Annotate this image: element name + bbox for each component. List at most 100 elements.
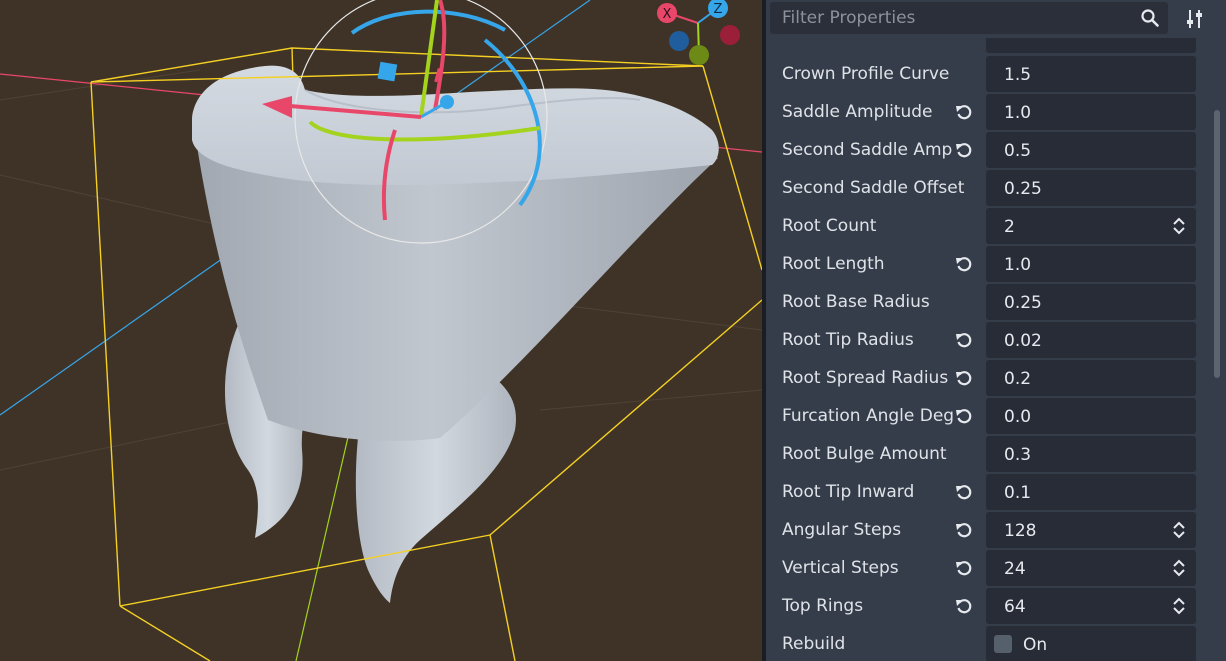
- property-value: 1.5: [1004, 65, 1032, 85]
- property-label: Vertical Steps: [782, 558, 899, 578]
- property-value: 2: [1004, 217, 1015, 237]
- property-row-second-saddle-amp: Second Saddle Amp 0.5: [766, 131, 1206, 169]
- angular-steps-field[interactable]: 128: [986, 512, 1196, 548]
- root-bulge-amount-field[interactable]: 0.3: [986, 436, 1196, 472]
- property-value: 0.3: [1004, 445, 1032, 465]
- property-label: Top Rings: [782, 596, 864, 616]
- property-label: Saddle Amplitude: [782, 102, 933, 122]
- property-label: Root Base Radius: [782, 292, 930, 312]
- revert-icon[interactable]: [954, 102, 974, 122]
- property-row-vertical-steps: Vertical Steps 24: [766, 549, 1206, 587]
- gizmo-z-rotation-ring: [350, 9, 506, 35]
- spin-updown-icon[interactable]: [1172, 558, 1186, 578]
- revert-icon[interactable]: [954, 330, 974, 350]
- crown-profile-curve-field[interactable]: 1.5: [986, 56, 1196, 92]
- orientation-neg-z: [669, 31, 689, 51]
- spin-updown-icon[interactable]: [1172, 596, 1186, 616]
- root-spread-radius-field[interactable]: 0.2: [986, 360, 1196, 396]
- property-value: 1.0: [1004, 103, 1032, 123]
- tune-icon[interactable]: [1184, 8, 1206, 30]
- property-value: 0.25: [1004, 293, 1042, 313]
- revert-icon[interactable]: [954, 520, 974, 540]
- revert-icon[interactable]: [954, 406, 974, 426]
- property-label: Second Saddle Amp: [782, 140, 953, 160]
- property-label: Crown Profile Curve: [782, 64, 950, 84]
- property-row-second-saddle-offset: Second Saddle Offset 0.25: [766, 169, 1206, 207]
- property-list: Crown Profile Curve 1.5 Saddle Amplitude 1.…: [766, 55, 1206, 661]
- revert-icon[interactable]: [954, 254, 974, 274]
- rebuild-checkbox[interactable]: [994, 635, 1012, 653]
- y-axis-line: [295, 419, 353, 661]
- filter-bar: Filter Properties: [766, 0, 1226, 38]
- property-value: 0.1: [1004, 483, 1032, 503]
- filter-properties-input[interactable]: Filter Properties: [770, 2, 1168, 34]
- property-row-root-count: Root Count 2: [766, 207, 1206, 245]
- property-row-saddle-amplitude: Saddle Amplitude 1.0: [766, 93, 1206, 131]
- inspector-scrollbar[interactable]: [1214, 110, 1220, 378]
- property-value: 0.25: [1004, 179, 1042, 199]
- property-value: 0.0: [1004, 407, 1032, 427]
- saddle-amplitude-field[interactable]: 1.0: [986, 94, 1196, 130]
- property-value: 0.5: [1004, 141, 1032, 161]
- top-rings-field[interactable]: 64: [986, 588, 1196, 624]
- property-value: 64: [1004, 597, 1026, 617]
- property-label: Rebuild: [782, 634, 846, 654]
- property-row-root-length: Root Length 1.0: [766, 245, 1206, 283]
- filter-placeholder: Filter Properties: [782, 8, 916, 28]
- 3d-viewport[interactable]: X Z: [0, 0, 762, 661]
- root-base-radius-field[interactable]: 0.25: [986, 284, 1196, 320]
- furcation-angle-deg-field[interactable]: 0.0: [986, 398, 1196, 434]
- previous-value-field: [986, 38, 1196, 53]
- second-saddle-offset-field[interactable]: 0.25: [986, 170, 1196, 206]
- revert-icon[interactable]: [954, 596, 974, 616]
- revert-icon[interactable]: [954, 368, 974, 388]
- property-row-root-base-radius: Root Base Radius 0.25: [766, 283, 1206, 321]
- property-row-root-tip-inward: Root Tip Inward 0.1: [766, 473, 1206, 511]
- viewport-scene: X Z: [0, 0, 762, 661]
- property-label: Root Tip Radius: [782, 330, 914, 350]
- property-label: Furcation Angle Deg: [782, 406, 955, 426]
- property-row-furcation-angle-deg: Furcation Angle Deg 0.0: [766, 397, 1206, 435]
- root-tip-inward-field[interactable]: 0.1: [986, 474, 1196, 510]
- gizmo-plane-handle: [377, 61, 398, 82]
- property-row-crown-profile-curve: Crown Profile Curve 1.5: [766, 55, 1206, 93]
- property-label: Root Count: [782, 216, 877, 236]
- property-row-root-spread-radius: Root Spread Radius 0.2: [766, 359, 1206, 397]
- property-value: 0.2: [1004, 369, 1032, 389]
- property-label: Root Length: [782, 254, 885, 274]
- second-saddle-amp-field[interactable]: 0.5: [986, 132, 1196, 168]
- root-length-field[interactable]: 1.0: [986, 246, 1196, 282]
- orientation-neg-y: [689, 45, 709, 65]
- rebuild-field[interactable]: On: [986, 626, 1196, 661]
- vertical-steps-field[interactable]: 24: [986, 550, 1196, 586]
- revert-icon[interactable]: [954, 482, 974, 502]
- search-icon[interactable]: [1140, 8, 1160, 28]
- property-row-angular-steps: Angular Steps 128: [766, 511, 1206, 549]
- revert-icon[interactable]: [954, 140, 974, 160]
- root-count-field[interactable]: 2: [986, 208, 1196, 244]
- property-value: 0.02: [1004, 331, 1042, 351]
- property-value: 24: [1004, 559, 1026, 579]
- spin-updown-icon[interactable]: [1172, 216, 1186, 236]
- root-tip-radius-field[interactable]: 0.02: [986, 322, 1196, 358]
- property-row-root-tip-radius: Root Tip Radius 0.02: [766, 321, 1206, 359]
- rebuild-checkbox-label: On: [1023, 635, 1048, 655]
- property-row-rebuild: Rebuild On: [766, 625, 1206, 661]
- property-label: Second Saddle Offset: [782, 178, 965, 198]
- property-label: Root Bulge Amount: [782, 444, 947, 464]
- property-value: 128: [1004, 521, 1037, 541]
- spin-updown-icon[interactable]: [1172, 520, 1186, 540]
- gizmo-z-handle: [440, 95, 454, 109]
- orientation-x-label: X: [663, 7, 672, 22]
- property-row-top-rings: Top Rings 64: [766, 587, 1206, 625]
- tooth-crown-top: [192, 65, 719, 186]
- orientation-z-label: Z: [714, 2, 723, 17]
- property-label: Root Spread Radius: [782, 368, 949, 388]
- inspector-panel: Filter Properties Crown Profile Curve 1.5…: [766, 0, 1226, 661]
- property-row-root-bulge-amount: Root Bulge Amount 0.3: [766, 435, 1206, 473]
- orientation-gizmo[interactable]: X Z: [657, 0, 740, 65]
- revert-icon[interactable]: [954, 558, 974, 578]
- property-value: 1.0: [1004, 255, 1032, 275]
- orientation-neg-x: [720, 25, 740, 45]
- property-label: Root Tip Inward: [782, 482, 915, 502]
